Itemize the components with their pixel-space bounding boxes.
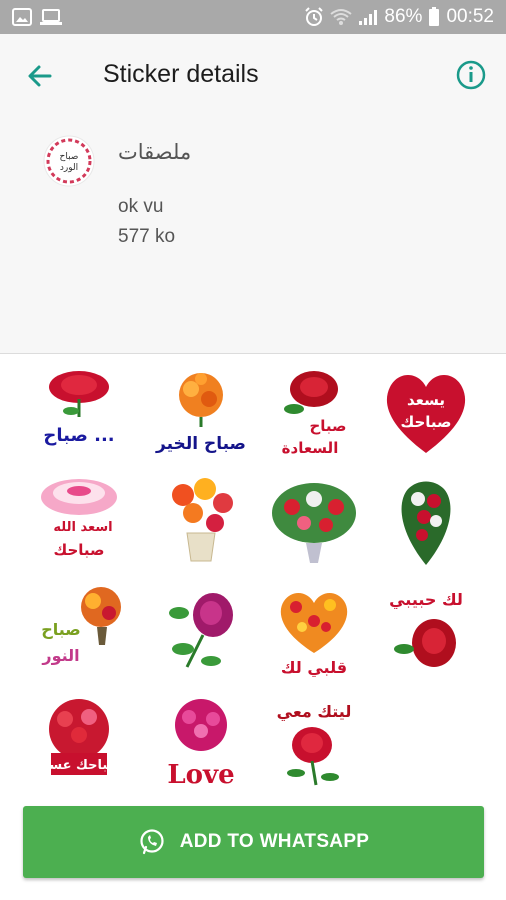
sticker-sabah-alnoor[interactable]: صباح النور	[31, 583, 127, 679]
svg-text:صباحك: صباحك	[400, 413, 451, 431]
sticker-gerbera-vase[interactable]	[153, 473, 249, 569]
sticker-heart-roses[interactable]: يسعد صباحك	[378, 365, 474, 461]
status-bar: 86% 00:52	[0, 0, 506, 34]
svg-text:اسعد الله: اسعد الله	[53, 520, 112, 535]
sticker-rose-sabah[interactable]: صباح ...	[31, 365, 127, 461]
svg-text:قلبي لك: قلبي لك	[281, 658, 347, 678]
gallery-icon	[12, 8, 32, 26]
svg-text:السعادة: السعادة	[282, 439, 339, 457]
svg-text:صباح: صباح	[60, 152, 79, 162]
alarm-icon	[305, 7, 324, 26]
svg-text:ليتك معي: ليتك معي	[277, 702, 352, 722]
signal-icon	[359, 10, 378, 25]
svg-text:صباح ...: صباح ...	[43, 425, 114, 446]
sticker-love-flowers[interactable]: Love	[153, 695, 249, 791]
sticker-orange-bouquet[interactable]: صباح الخير	[153, 365, 249, 461]
clock: 00:52	[446, 6, 494, 27]
page-title: Sticker details	[103, 60, 259, 88]
svg-text:يسعد: يسعد	[407, 391, 445, 409]
svg-text:النور: النور	[41, 646, 79, 665]
add-to-whatsapp-label: ADD TO WHATSAPP	[179, 831, 370, 852]
sticker-purple-rose[interactable]	[153, 583, 249, 679]
pack-name: ملصقات	[118, 141, 192, 164]
sticker-laitak-maai[interactable]: ليتك معي	[266, 695, 362, 791]
pack-details: صباح الورد ملصقات ok vu 577 ko	[0, 116, 506, 354]
sticker-sabahak-asal[interactable]: صباحك عسل	[31, 695, 127, 791]
sticker-heart-flowers[interactable]: قلبي لك	[266, 583, 362, 679]
wifi-icon	[330, 9, 353, 25]
sticker-grid: صباح ... صباح الخير صباح السعادة يسعد صب…	[0, 355, 506, 800]
status-right: 86% 00:52	[304, 6, 494, 28]
status-left	[12, 8, 62, 26]
svg-text:صباح: صباح	[309, 417, 346, 435]
battery-icon	[429, 7, 440, 26]
svg-text:لك حبيبي: لك حبيبي	[389, 590, 463, 610]
svg-text:صباحك عسل: صباحك عسل	[38, 758, 120, 773]
add-to-whatsapp-button[interactable]: ADD TO WHATSAPP	[23, 806, 484, 878]
sticker-pink-cake[interactable]: اسعد الله صباحك	[31, 473, 127, 569]
pack-size: 577 ko	[118, 226, 176, 247]
whatsapp-icon	[140, 829, 164, 855]
sticker-red-rose-saada[interactable]: صباح السعادة	[266, 365, 362, 461]
svg-text:Love: Love	[167, 760, 234, 790]
svg-text:صباحك: صباحك	[53, 541, 104, 559]
svg-text:صباح الخير: صباح الخير	[155, 434, 246, 454]
sticker-red-white-arrangement[interactable]	[378, 473, 474, 569]
app-bar: Sticker details	[0, 34, 506, 116]
svg-text:الورد: الورد	[60, 163, 78, 173]
svg-text:صباح: صباح	[41, 620, 81, 639]
sticker-lak-habibi[interactable]: لك حبيبي	[378, 583, 474, 679]
sticker-mixed-bouquet[interactable]	[266, 473, 362, 569]
back-arrow-icon[interactable]	[22, 58, 58, 94]
info-icon[interactable]	[454, 58, 488, 92]
pack-publisher: ok vu	[118, 196, 164, 217]
battery-percent: 86%	[384, 6, 423, 27]
laptop-icon	[40, 9, 62, 25]
pack-tray-icon: صباح الورد	[43, 135, 95, 187]
